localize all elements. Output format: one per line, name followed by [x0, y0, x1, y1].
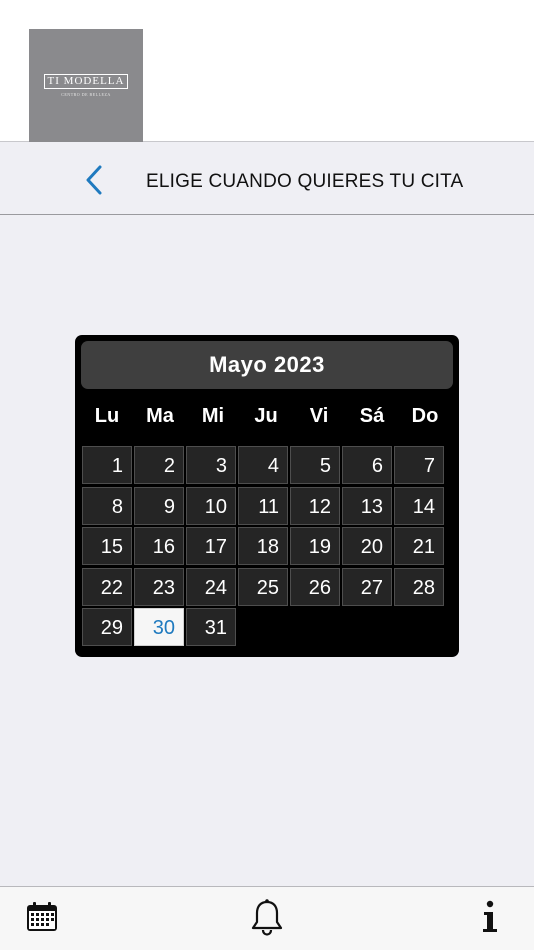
calendar-day[interactable]: 16	[134, 527, 184, 565]
calendar-day[interactable]: 13	[342, 486, 392, 525]
brand-logo-name: TI MODELLA	[43, 74, 129, 89]
brand-logo: TI MODELLA CENTRO DE BELLEZA	[29, 29, 143, 142]
header-area: TI MODELLA CENTRO DE BELLEZA	[0, 0, 534, 142]
calendar-day[interactable]: 15	[82, 527, 132, 565]
weekday-label: Lu	[94, 405, 120, 427]
weekday-label: Ma	[146, 405, 174, 427]
calendar-day[interactable]: 2	[134, 446, 184, 484]
calendar-day[interactable]: 19	[290, 527, 340, 565]
calendar-day[interactable]: 7	[394, 446, 444, 484]
calendar-day[interactable]: 23	[134, 567, 184, 606]
calendar-day[interactable]: 24	[186, 567, 236, 606]
calendar-day[interactable]: 4	[238, 446, 288, 484]
calendar-day[interactable]: 20	[342, 527, 392, 565]
navigation-bar: ELIGE CUANDO QUIERES TU CITA	[0, 143, 534, 215]
bell-icon	[251, 899, 283, 936]
month-header[interactable]: Mayo 2023	[81, 341, 453, 389]
weekday-label: Ju	[254, 405, 278, 427]
calendar-day[interactable]: 10	[186, 486, 236, 525]
weekday-label: Sá	[359, 405, 385, 427]
calendar-day[interactable]: 8	[82, 486, 132, 525]
chevron-left-icon	[86, 165, 102, 195]
calendar-day[interactable]: 6	[342, 446, 392, 484]
brand-logo-tagline: CENTRO DE BELLEZA	[61, 92, 111, 97]
calendar-day[interactable]: 1	[82, 446, 132, 484]
calendar-day[interactable]: 18	[238, 527, 288, 565]
tab-calendar[interactable]	[22, 897, 62, 937]
tab-notifications[interactable]	[247, 897, 287, 937]
page-title: ELIGE CUANDO QUIERES TU CITA	[146, 171, 464, 192]
tab-bar	[0, 886, 534, 950]
calendar-day[interactable]: 27	[342, 567, 392, 606]
calendar-day[interactable]: 12	[290, 486, 340, 525]
calendar-day[interactable]: 25	[238, 567, 288, 606]
weekday-label: Mi	[201, 405, 225, 427]
info-icon	[483, 900, 497, 932]
calendar-day[interactable]: 29	[82, 608, 132, 646]
calendar-day[interactable]: 21	[394, 527, 444, 565]
calendar-day[interactable]: 31	[186, 608, 236, 646]
calendar-day[interactable]: 26	[290, 567, 340, 606]
calendar-icon	[27, 902, 57, 931]
weekday-row: Lu Ma Mi Ju Vi Sá Do	[81, 405, 453, 431]
weekday-label: Vi	[309, 405, 329, 427]
calendar-day[interactable]: 22	[82, 567, 132, 606]
calendar-day-selected[interactable]: 30	[134, 608, 184, 646]
calendar-day[interactable]: 11	[238, 486, 288, 525]
calendar-day[interactable]: 17	[186, 527, 236, 565]
calendar-day[interactable]: 3	[186, 446, 236, 484]
calendar: Mayo 2023 Lu Ma Mi Ju Vi Sá Do 123456789…	[75, 335, 459, 657]
calendar-day[interactable]: 9	[134, 486, 184, 525]
calendar-day[interactable]: 5	[290, 446, 340, 484]
calendar-day[interactable]: 28	[394, 567, 444, 606]
tab-info[interactable]	[470, 897, 510, 937]
weekday-label: Do	[411, 405, 439, 427]
back-button[interactable]	[78, 163, 110, 197]
calendar-day[interactable]: 14	[394, 486, 444, 525]
